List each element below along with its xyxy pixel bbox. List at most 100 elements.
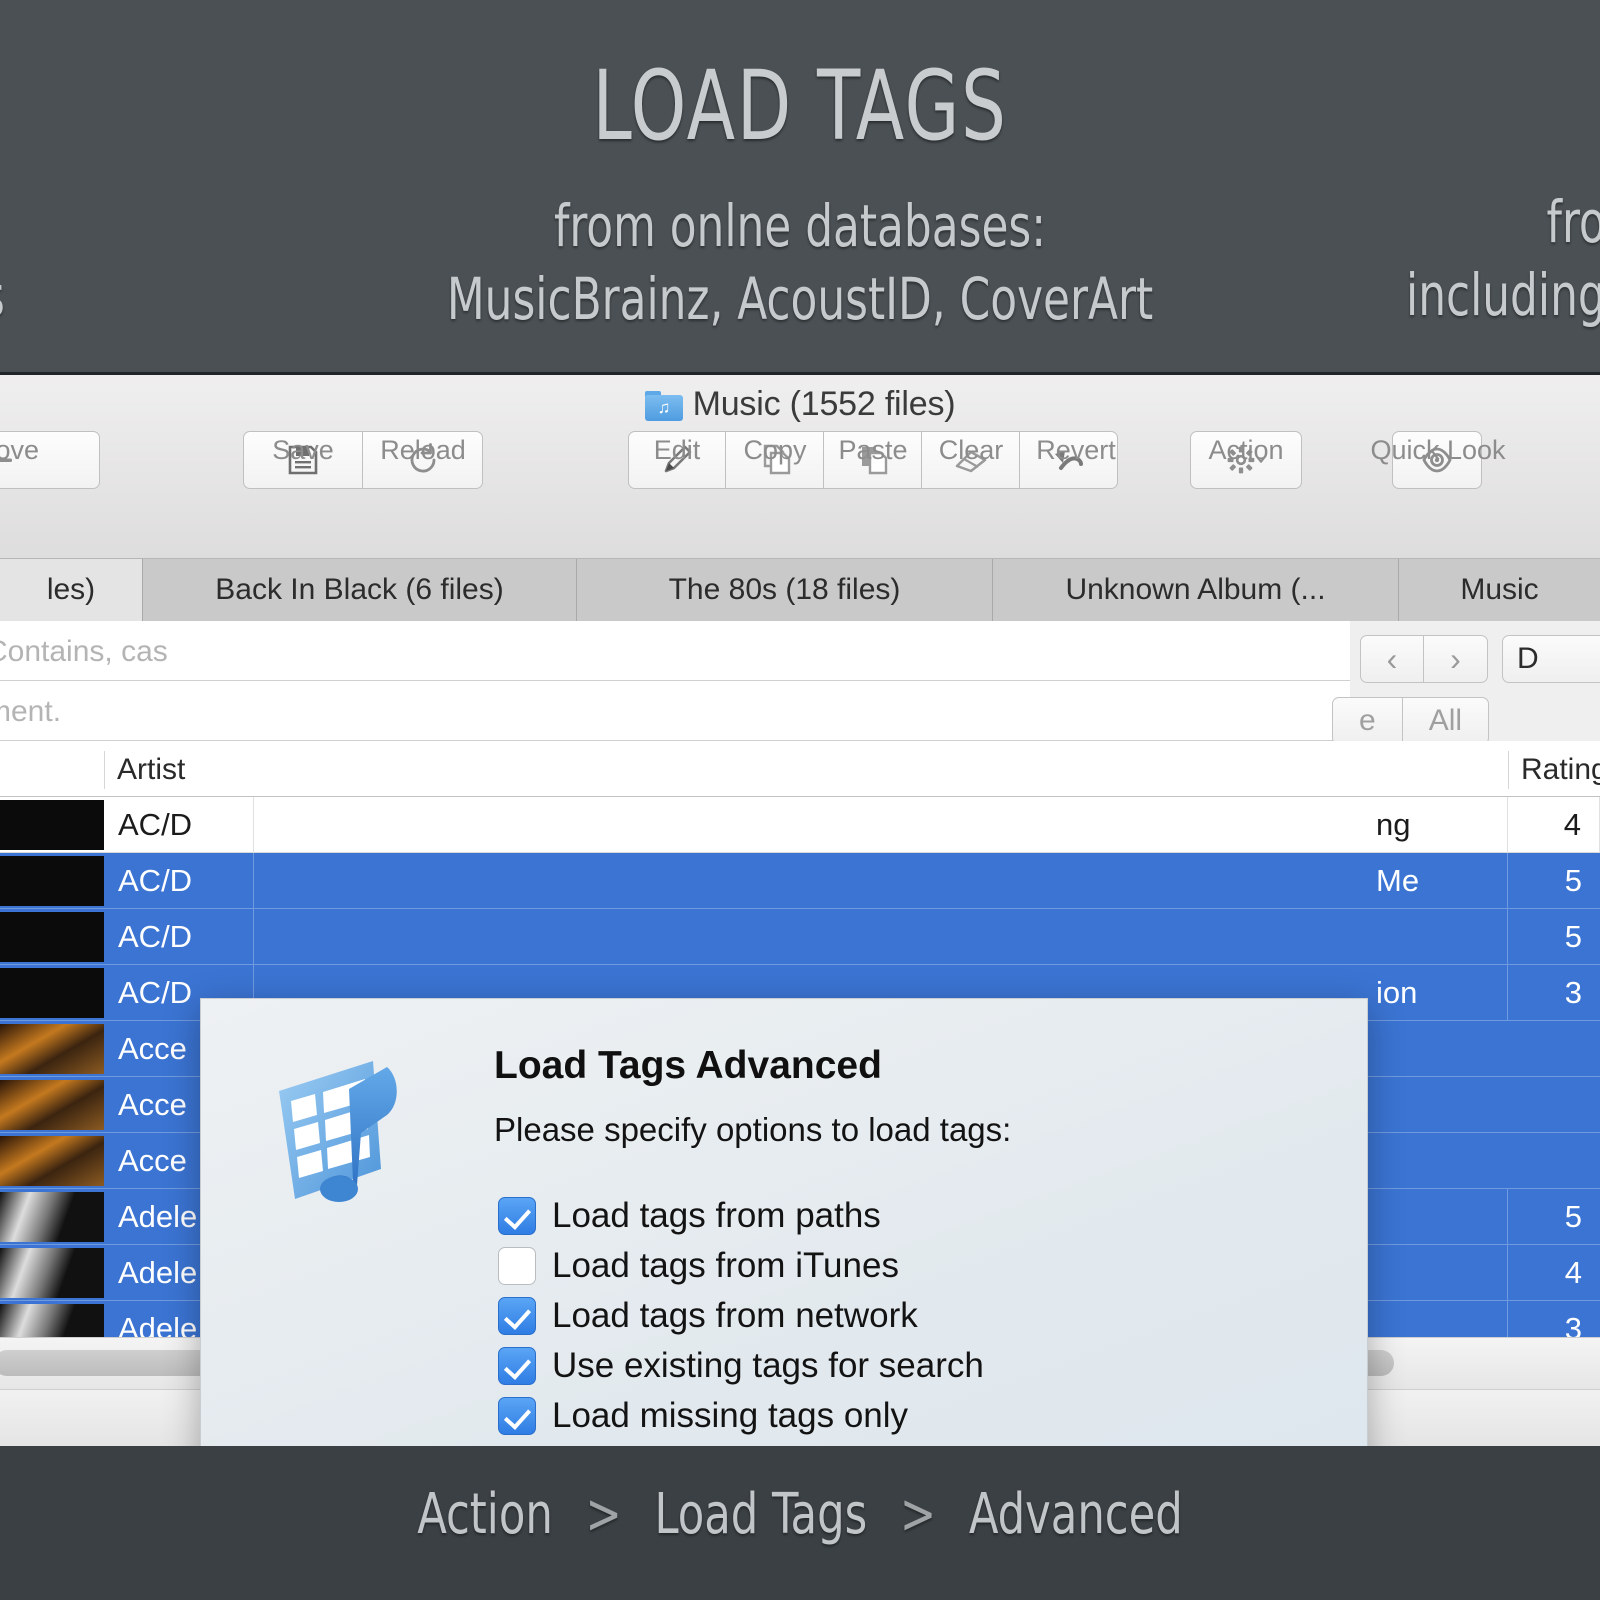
tab-back-in-black[interactable]: Back In Black (6 files) — [143, 559, 577, 621]
cell-rating: 5 — [1564, 863, 1582, 898]
cell-rating — [1508, 1133, 1600, 1189]
promo-right-line2: including — [1406, 261, 1600, 329]
cell-rating — [1508, 1021, 1600, 1077]
cell-filename: Me — [1362, 853, 1508, 909]
chevron-left-icon: ‹ — [1386, 641, 1398, 677]
option-load-missing-tags-only[interactable]: Load missing tags only — [498, 1391, 984, 1441]
album-art-thumbnail — [0, 912, 104, 962]
option-use-existing-tags-for-search[interactable]: Use existing tags for search — [498, 1341, 984, 1391]
option-label: Load missing tags only — [552, 1396, 909, 1435]
promo-subtitle: from onlne databases: MusicBrainz, Acous… — [128, 190, 1472, 336]
dialog-subtitle: Please specify options to load tags: — [494, 1111, 1012, 1148]
breadcrumb-step-action: Action — [417, 1482, 553, 1547]
album-art-thumbnail — [0, 856, 104, 906]
music-spreadsheet-icon — [279, 1061, 397, 1202]
load-tags-advanced-dialog: Load Tags Advanced Please specify option… — [200, 998, 1368, 1446]
action-button-label: Action — [1208, 435, 1284, 465]
option-label: Load tags from network — [552, 1296, 918, 1335]
promo-subtitle-line1: from onlne databases: — [553, 192, 1047, 260]
album-art-thumbnail — [0, 968, 104, 1018]
breadcrumb-step-advanced: Advanced — [968, 1482, 1183, 1547]
cell-rating: 4 — [1564, 1255, 1582, 1290]
cell-artist: AC/D — [104, 797, 254, 853]
tab-music[interactable]: Music — [1399, 559, 1600, 621]
table-row[interactable]: AC/D 5 — [0, 909, 1600, 965]
column-header-artist[interactable]: Artist — [104, 751, 254, 789]
breadcrumb: Action > Load Tags > Advanced — [112, 1482, 1488, 1547]
checkbox-unchecked-icon[interactable] — [498, 1247, 536, 1285]
app-window: ♫ Music (1552 files) emove — [0, 372, 1600, 1446]
cell-filename: ion — [1362, 965, 1508, 1021]
cell-rating: 3 — [1564, 975, 1582, 1010]
cell-rating — [1508, 1077, 1600, 1133]
promo-title: LOAD TAGS — [592, 50, 1008, 162]
edit-button-label: Edit — [653, 435, 701, 465]
album-art-thumbnail — [0, 1192, 104, 1242]
cell-filename: ng — [1362, 797, 1508, 853]
dialog-title: Load Tags Advanced — [494, 1044, 882, 1087]
footer-caption: Action > Load Tags > Advanced — [0, 1446, 1600, 1600]
option-label: Load tags from iTunes — [552, 1246, 899, 1285]
promo-left-clipped-text: s — [0, 262, 5, 330]
cell-rating: 4 — [1508, 797, 1600, 853]
window-title-text: Music (1552 files) — [692, 385, 956, 423]
record-nav-pair: ‹ › — [1360, 635, 1488, 683]
album-art-thumbnail — [0, 1024, 104, 1074]
promo-right-line1: fro — [1546, 188, 1600, 256]
save-button-label: Save — [272, 435, 334, 465]
album-tab-bar: les) Back In Black (6 files) The 80s (18… — [0, 559, 1600, 621]
filter-contains-placeholder: Contains, cas — [0, 635, 168, 668]
paste-button-label: Paste — [838, 435, 908, 465]
option-load-tags-from-network[interactable]: Load tags from network — [498, 1291, 984, 1341]
cell-rating: 5 — [1564, 919, 1582, 954]
tab-unknown-album[interactable]: Unknown Album (... — [993, 559, 1399, 621]
scope-all-button[interactable]: All — [1402, 697, 1490, 745]
album-art-thumbnail — [0, 1136, 104, 1186]
clear-button-label: Clear — [938, 435, 1004, 465]
cell-artist: AC/D — [104, 853, 254, 909]
table-row[interactable]: AC/D ng 4 — [0, 797, 1600, 853]
album-art-thumbnail — [0, 1248, 104, 1298]
table-row[interactable]: AC/D Me 5 — [0, 853, 1600, 909]
checkbox-checked-icon[interactable] — [498, 1197, 536, 1235]
album-art-thumbnail — [0, 1304, 104, 1337]
table-header: Artist Rating — [0, 741, 1600, 797]
album-art-thumbnail — [0, 800, 104, 850]
tab-the-80s[interactable]: The 80s (18 files) — [577, 559, 993, 621]
cell-filename — [1362, 909, 1508, 965]
option-load-tags-from-itunes[interactable]: Load tags from iTunes — [498, 1241, 984, 1291]
prev-record-button[interactable]: ‹ — [1360, 635, 1424, 683]
option-label: Use existing tags for search — [552, 1346, 984, 1385]
reload-button-label: Reload — [380, 435, 466, 465]
cell-artist: AC/D — [104, 909, 254, 965]
tab-clipped[interactable]: les) — [0, 559, 143, 621]
breadcrumb-separator: > — [585, 1482, 622, 1547]
table-nav-tools: ‹ › D e All — [1332, 621, 1600, 745]
copy-button-label: Copy — [743, 435, 807, 465]
toolbar: ♫ Music (1552 files) emove — [0, 375, 1600, 559]
d-button[interactable]: D — [1502, 635, 1600, 683]
breadcrumb-step-load-tags: Load Tags — [654, 1482, 868, 1547]
breadcrumb-separator: > — [899, 1482, 937, 1547]
checkbox-checked-icon[interactable] — [498, 1347, 536, 1385]
promo-subtitle-line2: MusicBrainz, AcoustID, CoverArt — [446, 265, 1154, 333]
window-title: ♫ Music (1552 files) — [0, 385, 1600, 424]
dialog-options-list: Load tags from paths Load tags from iTun… — [498, 1191, 984, 1441]
option-label: Load tags from paths — [552, 1196, 881, 1235]
scope-selected-button[interactable]: e — [1332, 697, 1403, 745]
scope-segment-control: e All — [1332, 697, 1490, 745]
checkbox-checked-icon[interactable] — [498, 1297, 536, 1335]
chevron-right-icon: › — [1450, 641, 1461, 677]
cell-rating: 3 — [1564, 1311, 1582, 1337]
cell-rating: 5 — [1564, 1199, 1582, 1234]
filter-comment-placeholder: ment. — [0, 695, 62, 728]
music-folder-icon: ♫ — [644, 391, 683, 421]
option-load-tags-from-paths[interactable]: Load tags from paths — [498, 1191, 984, 1241]
remove-button-label: emove — [0, 435, 40, 465]
promo-right-clipped-text: fro including — [1406, 186, 1600, 332]
next-record-button[interactable]: › — [1424, 635, 1488, 683]
column-header-rating[interactable]: Rating — [1508, 751, 1600, 789]
promo-header: LOAD TAGS from onlne databases: MusicBra… — [0, 0, 1600, 372]
checkbox-checked-icon[interactable] — [498, 1397, 536, 1435]
album-art-thumbnail — [0, 1080, 104, 1130]
